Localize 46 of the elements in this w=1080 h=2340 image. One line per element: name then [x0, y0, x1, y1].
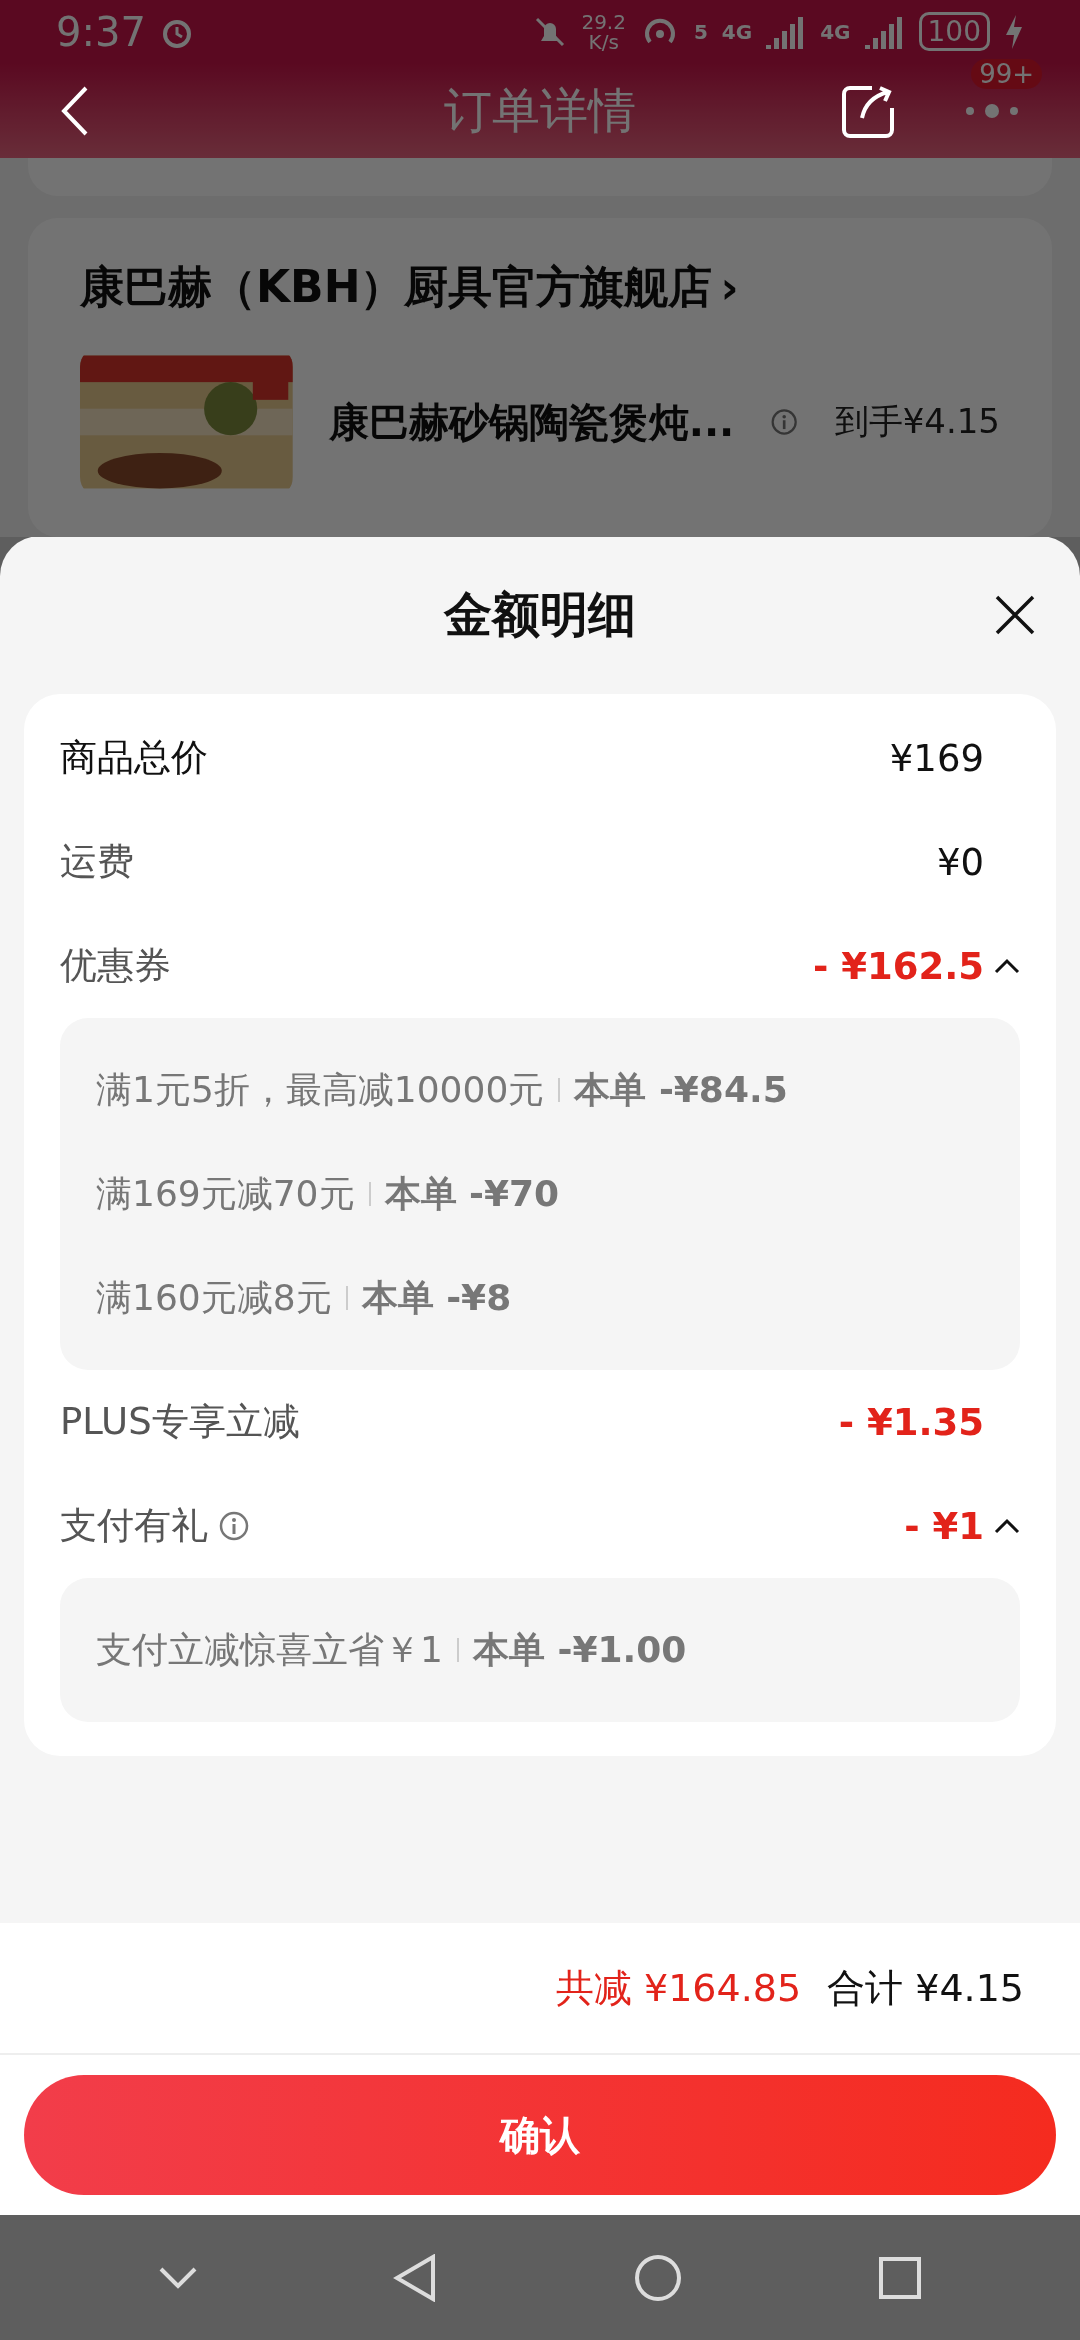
home-icon[interactable]	[632, 2252, 683, 2303]
info-icon[interactable]	[218, 1510, 250, 1542]
discount-amount: - ¥1	[904, 1504, 984, 1548]
discount-amount: - ¥162.5	[812, 944, 984, 988]
chevron-up-icon[interactable]	[994, 958, 1020, 974]
discount-condition: 满160元减8元	[96, 1275, 332, 1320]
recents-icon[interactable]	[878, 2255, 923, 2300]
network-speed: 29.2 K/s	[581, 11, 626, 52]
confirm-button[interactable]: 确认	[24, 2075, 1056, 2195]
info-icon[interactable]	[770, 406, 799, 438]
product-title: 康巴赫砂锅陶瓷煲炖...	[328, 397, 735, 447]
chevron-up-icon[interactable]	[994, 1518, 1020, 1534]
clock-time: 9:37	[56, 8, 146, 55]
fee-label: 支付有礼	[60, 1503, 208, 1549]
chevron-right-icon[interactable]: ›	[720, 262, 739, 313]
fee-label: PLUS专享立减	[60, 1399, 300, 1445]
fee-label: 运费	[60, 839, 134, 885]
battery-level: 100	[918, 12, 990, 52]
fee-amount: ¥169	[889, 736, 984, 780]
discount-condition: 满1元5折，最高减10000元	[96, 1067, 545, 1112]
discount-value: 本单 -¥70	[384, 1171, 560, 1216]
network-type: 4G	[721, 19, 753, 44]
discount-amount: - ¥1.35	[838, 1400, 984, 1444]
charging-icon	[1004, 14, 1024, 49]
discount-value: 本单 -¥8	[361, 1275, 512, 1320]
fee-label: 优惠券	[60, 943, 171, 989]
discount-value: 本单 -¥84.5	[574, 1067, 788, 1112]
discount-value: 本单 -¥1.00	[472, 1627, 687, 1672]
back-icon[interactable]	[393, 2253, 438, 2302]
store-name[interactable]: 康巴赫（KBH）厨具官方旗舰店	[80, 258, 713, 317]
signal-icon	[864, 14, 905, 49]
close-button[interactable]	[994, 594, 1036, 636]
total-amount: 合计 ¥4.15	[827, 1964, 1024, 2012]
final-price: 到手¥4.15	[834, 400, 1000, 443]
sheet-title: 金额明细	[444, 585, 636, 644]
fee-amount: ¥0	[936, 840, 984, 884]
page-title: 订单详情	[444, 80, 636, 140]
discount-condition: 支付立减惊喜立省￥1	[96, 1627, 443, 1672]
notification-badge: 99+	[971, 58, 1042, 89]
network-type: 4G	[820, 19, 851, 44]
total-reduction: 共减 ¥164.85	[555, 1964, 802, 2012]
fee-label: 商品总价	[60, 735, 208, 781]
hotspot-count: 5	[693, 19, 708, 44]
share-button[interactable]	[842, 83, 894, 138]
chevron-down-icon[interactable]	[157, 2265, 198, 2290]
discount-condition: 满169元减70元	[96, 1171, 355, 1216]
